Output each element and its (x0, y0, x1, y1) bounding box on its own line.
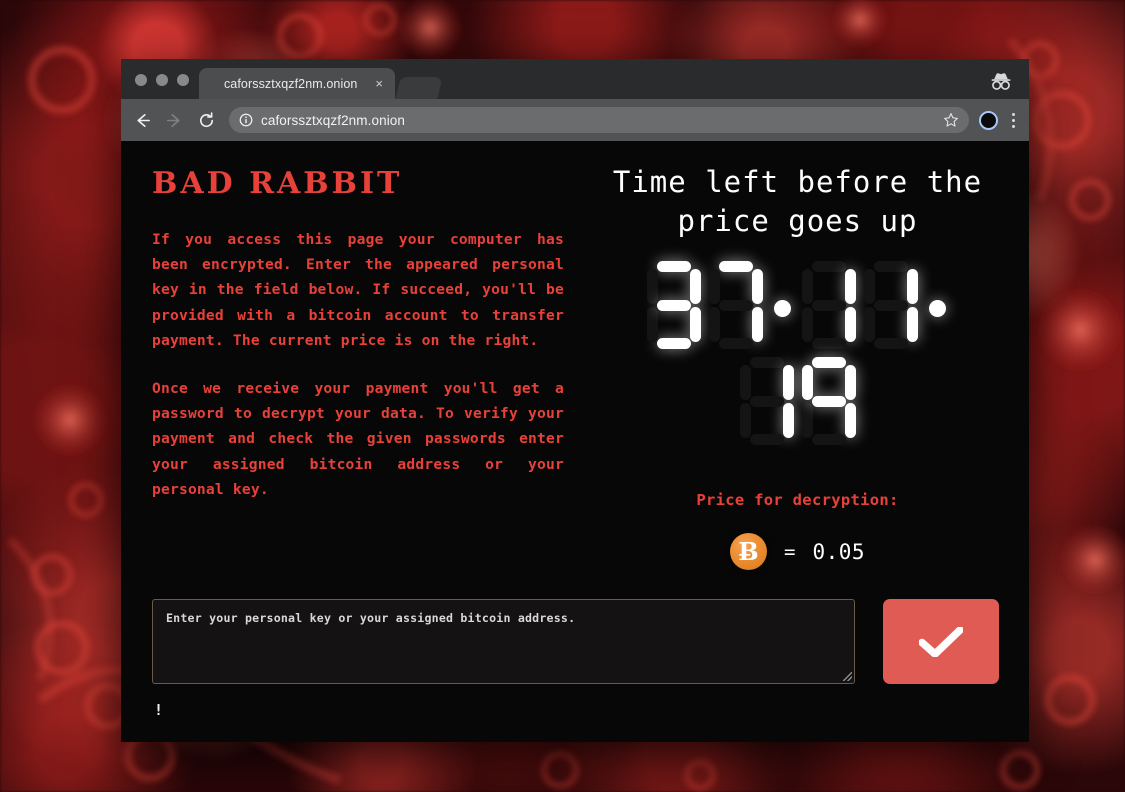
price-row: Ƀ = 0.05 (596, 533, 999, 570)
seven-segment-digit (708, 259, 764, 351)
price-label: Price for decryption: (696, 491, 899, 509)
countdown-timer (596, 259, 999, 447)
checkmark-icon (919, 626, 963, 657)
desktop: caforssztxqzf2nm.onion × caforssztxqzf2n… (0, 0, 1125, 792)
reload-icon[interactable] (195, 109, 217, 131)
page-title: BAD RABBIT (152, 166, 403, 201)
countdown-row-hours (643, 259, 953, 351)
seven-segment-digit (801, 355, 857, 447)
address-bar[interactable]: caforssztxqzf2nm.onion (229, 107, 969, 133)
left-column: BAD RABBIT If you access this page your … (152, 163, 564, 570)
personal-key-placeholder: Enter your personal key or your assigned… (166, 611, 576, 625)
forward-arrow-icon (163, 109, 185, 131)
new-tab-button[interactable] (395, 77, 443, 99)
personal-key-input[interactable]: Enter your personal key or your assigned… (152, 599, 855, 684)
seven-segment-digit (863, 259, 919, 351)
browser-tab-strip: caforssztxqzf2nm.onion × (121, 59, 1029, 99)
window-controls[interactable] (131, 74, 199, 99)
submit-button[interactable] (883, 599, 999, 684)
star-icon[interactable] (943, 112, 959, 128)
browser-window: caforssztxqzf2nm.onion × caforssztxqzf2n… (121, 59, 1029, 742)
window-minimize-button[interactable] (156, 74, 168, 86)
timer-heading: Time left before the price goes up (612, 165, 983, 238)
incognito-icon (991, 73, 1011, 90)
textarea-resize-handle[interactable] (843, 672, 852, 681)
seven-segment-digit (646, 259, 702, 351)
price-amount: 0.05 (812, 539, 866, 564)
browser-toolbar: caforssztxqzf2nm.onion (121, 99, 1029, 141)
key-entry-form: Enter your personal key or your assigned… (152, 599, 999, 684)
countdown-separator-dot (773, 299, 791, 317)
ransom-paragraph-2: Once we receive your payment you'll get … (152, 380, 564, 498)
seven-segment-digit (739, 355, 795, 447)
tab-close-icon[interactable]: × (372, 75, 386, 92)
address-bar-url: caforssztxqzf2nm.onion (261, 112, 406, 128)
right-column: Time left before the price goes up Price… (564, 163, 999, 570)
window-maximize-button[interactable] (177, 74, 189, 86)
profile-avatar[interactable] (979, 110, 998, 130)
bitcoin-icon: Ƀ (729, 533, 767, 570)
page-columns: BAD RABBIT If you access this page your … (152, 163, 999, 570)
equals-sign: = (783, 540, 796, 563)
ransom-page: BAD RABBIT If you access this page your … (121, 141, 1029, 742)
countdown-row-seconds (736, 355, 860, 447)
back-arrow-icon[interactable] (131, 109, 153, 131)
seven-segment-digit (801, 259, 857, 351)
info-circle-icon (239, 113, 253, 127)
tab-title: caforssztxqzf2nm.onion (223, 76, 358, 91)
window-close-button[interactable] (135, 74, 147, 86)
warning-exclamation: ! (154, 701, 164, 719)
browser-tab[interactable]: caforssztxqzf2nm.onion × (199, 68, 395, 99)
ransom-paragraph-1: If you access this page your computer ha… (152, 231, 564, 349)
kebab-menu-icon[interactable] (1008, 111, 1019, 130)
countdown-separator-dot (928, 299, 946, 317)
